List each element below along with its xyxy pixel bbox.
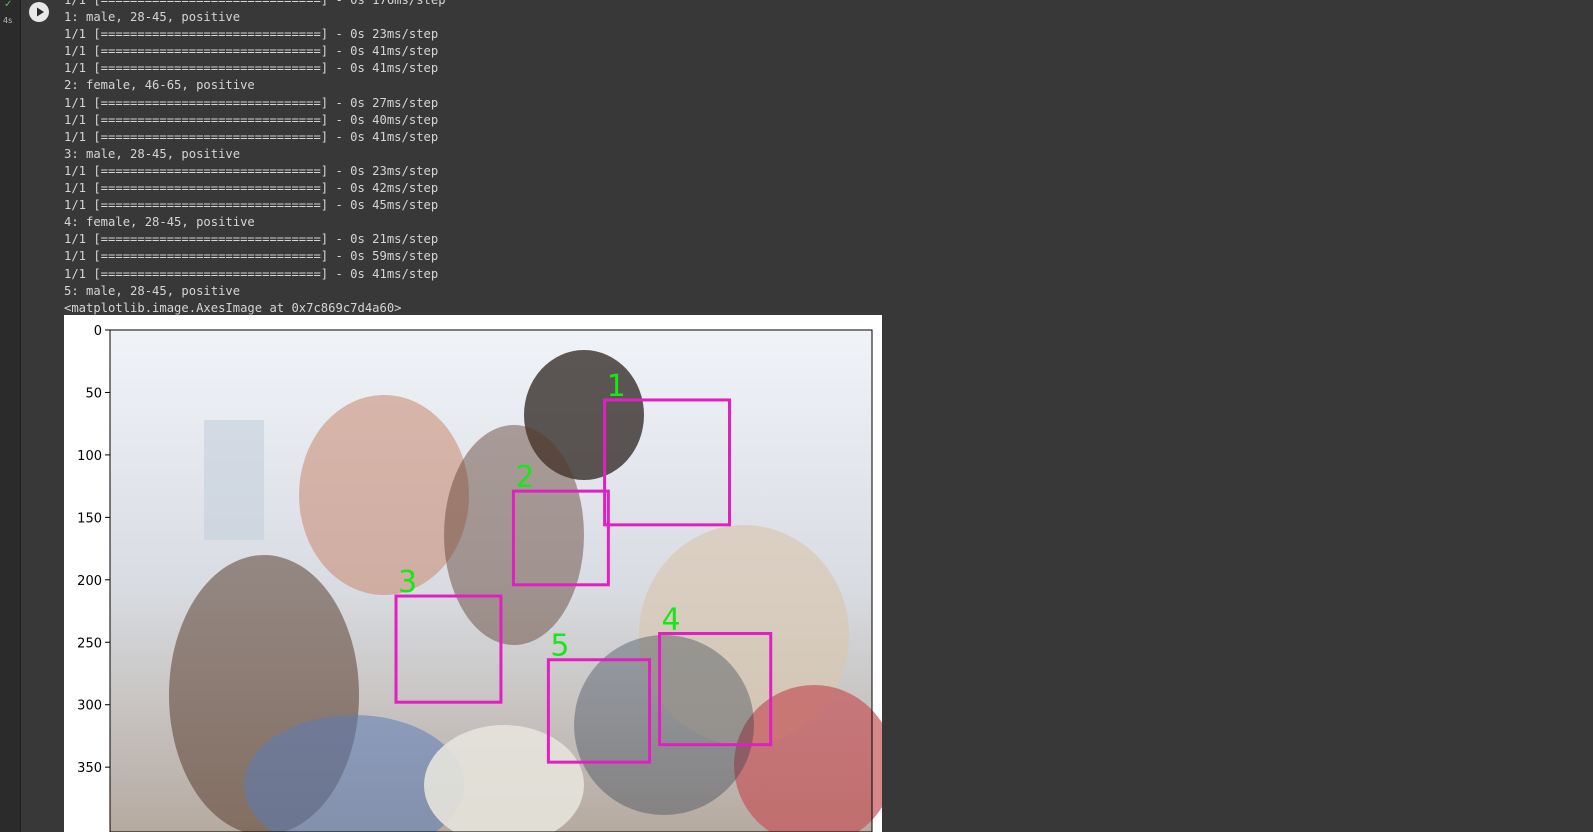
y-axis: 0 50 100 150 200 250 300 350	[77, 324, 110, 776]
face-detection-plot: 0 50 100 150 200 250 300 350 1 2 3 4 5	[77, 324, 882, 832]
output-line: 1/1 [==============================] - 0…	[64, 266, 439, 281]
play-icon	[37, 7, 44, 17]
output-line: 3: male, 28-45, positive	[64, 146, 241, 161]
cell-output: 1/1 [==============================] - 0…	[64, 0, 446, 317]
output-line: 4: female, 28-45, positive	[64, 215, 255, 230]
output-line: 1/1 [==============================] - 0…	[64, 232, 439, 247]
face-box-label: 5	[550, 629, 569, 664]
output-line: 1/1 [==============================] - 0…	[64, 44, 439, 59]
face-box-label: 3	[398, 565, 417, 600]
y-tick-label: 200	[77, 574, 102, 589]
y-tick-label: 350	[77, 761, 102, 776]
y-tick-label: 300	[77, 699, 102, 714]
output-line: 1/1 [==============================] - 0…	[64, 112, 439, 127]
matplotlib-figure: 0 50 100 150 200 250 300 350 1 2 3 4 5	[64, 315, 882, 832]
execution-time: 4s	[3, 16, 13, 25]
run-cell-button[interactable]	[29, 2, 49, 22]
output-line: 2: female, 46-65, positive	[64, 78, 255, 93]
face-box-label: 4	[662, 603, 681, 638]
output-line: 1/1 [==============================] - 0…	[64, 249, 439, 264]
output-line: 1: male, 28-45, positive	[64, 10, 241, 25]
y-tick-label: 250	[77, 636, 102, 651]
y-tick-label: 0	[94, 324, 102, 339]
group-photo	[110, 330, 882, 832]
output-line: 1/1 [==============================] - 0…	[64, 198, 439, 213]
output-line: 1/1 [==============================] - 0…	[64, 27, 439, 42]
output-line: 1/1 [==============================] - 0…	[64, 0, 446, 7]
output-line: 1/1 [==============================] - 0…	[64, 95, 439, 110]
face-box-label: 2	[515, 460, 534, 495]
output-line: 1/1 [==============================] - 0…	[64, 181, 439, 196]
output-line: 1/1 [==============================] - 0…	[64, 163, 439, 178]
y-tick-label: 50	[85, 386, 102, 401]
cell-gutter: ✓ 4s	[0, 0, 21, 832]
y-tick-label: 100	[77, 449, 102, 464]
face-box-label: 1	[607, 369, 626, 404]
output-line: 5: male, 28-45, positive	[64, 283, 241, 298]
output-line: 1/1 [==============================] - 0…	[64, 61, 439, 76]
y-tick-label: 150	[77, 511, 102, 526]
output-line: 1/1 [==============================] - 0…	[64, 129, 439, 144]
status-check-icon: ✓	[4, 0, 13, 10]
